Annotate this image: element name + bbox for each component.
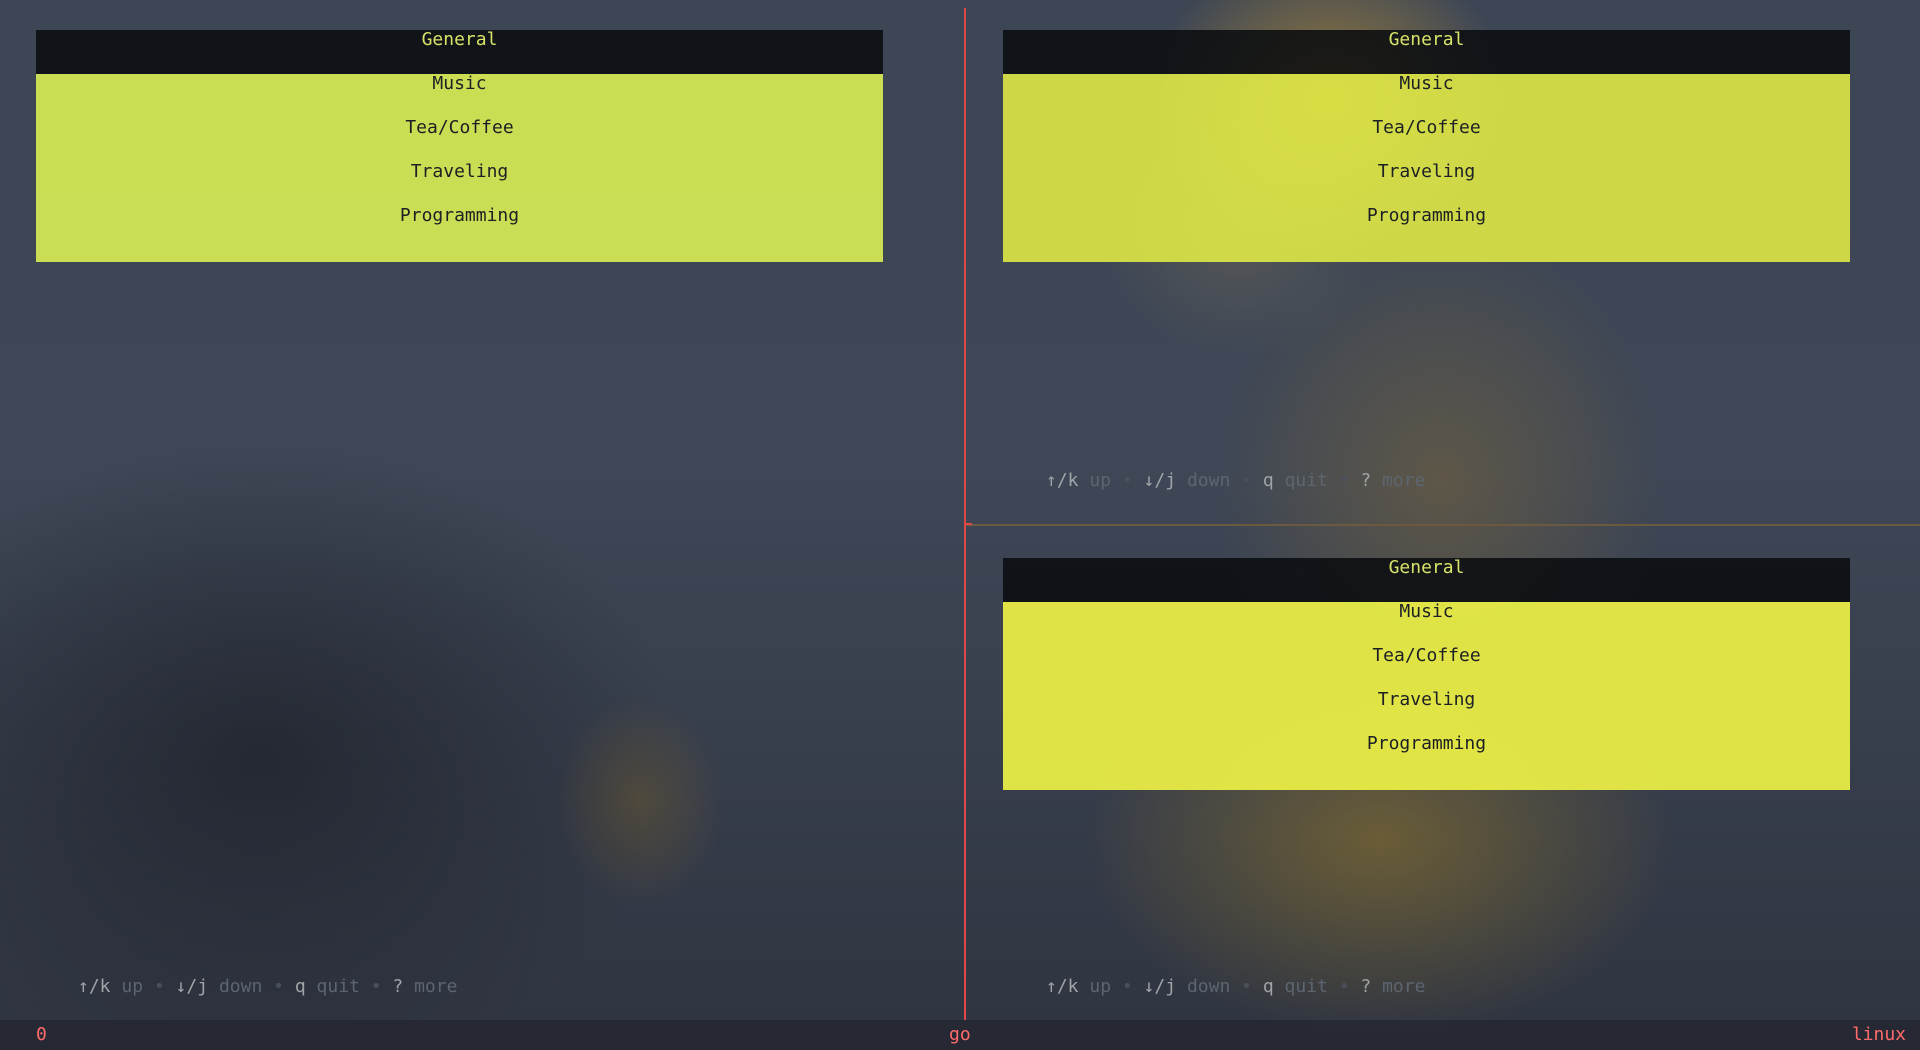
help-separator: •	[1338, 976, 1350, 997]
list-item[interactable]: Traveling	[36, 162, 883, 206]
list-item[interactable]: Programming	[1003, 734, 1850, 778]
list-item[interactable]: Music	[36, 74, 883, 118]
help-quit-desc: quit	[1284, 976, 1328, 997]
help-up-desc: up	[1089, 976, 1112, 997]
help-more-key: ?	[1360, 976, 1372, 997]
list-item[interactable]: Tea/Coffee	[36, 118, 883, 162]
status-session-index[interactable]: 0	[36, 1024, 47, 1045]
help-bar: ↑/k up • ↓/j down • q quit • ? more	[78, 976, 457, 997]
help-separator: •	[1121, 470, 1133, 491]
help-quit-key: q	[1262, 976, 1274, 997]
menu-list: General Music Tea/Coffee Traveling Progr…	[1003, 558, 1850, 790]
horizontal-pane-divider[interactable]	[966, 524, 1920, 526]
help-more-key: ?	[392, 976, 404, 997]
help-quit-key: q	[1262, 470, 1274, 491]
menu-list: General Music Tea/Coffee Traveling Progr…	[36, 30, 883, 262]
status-hostname: linux	[1851, 1024, 1906, 1045]
help-down-key: ↓/j	[175, 976, 209, 997]
pane-right-top[interactable]: General Music Tea/Coffee Traveling Progr…	[967, 0, 1920, 524]
list-item-selected[interactable]: General	[1003, 30, 1850, 74]
status-window-name[interactable]: go	[949, 1024, 971, 1045]
help-quit-key: q	[294, 976, 306, 997]
divider-junction	[966, 523, 972, 525]
list-item[interactable]: Music	[1003, 602, 1850, 646]
list-item-selected[interactable]: General	[1003, 558, 1850, 602]
help-quit-desc: quit	[1284, 470, 1328, 491]
pane-left[interactable]: General Music Tea/Coffee Traveling Progr…	[0, 0, 964, 1020]
help-down-desc: down	[1186, 976, 1231, 997]
list-item[interactable]: Tea/Coffee	[1003, 646, 1850, 690]
help-down-key: ↓/j	[1143, 470, 1177, 491]
help-separator: •	[153, 976, 165, 997]
help-separator: •	[1338, 470, 1350, 491]
help-more-desc: more	[1382, 976, 1426, 997]
help-bar: ↑/k up • ↓/j down • q quit • ? more	[1046, 976, 1425, 997]
help-more-desc: more	[414, 976, 458, 997]
help-separator: •	[370, 976, 382, 997]
list-item-selected[interactable]: General	[36, 30, 883, 74]
help-separator: •	[1241, 976, 1252, 997]
help-separator: •	[1241, 470, 1252, 491]
list-item[interactable]: Programming	[36, 206, 883, 250]
help-more-desc: more	[1382, 470, 1426, 491]
help-down-desc: down	[218, 976, 263, 997]
help-down-key: ↓/j	[1143, 976, 1177, 997]
menu-list: General Music Tea/Coffee Traveling Progr…	[1003, 30, 1850, 262]
list-item[interactable]: Traveling	[1003, 690, 1850, 734]
tmux-status-bar: 0 go linux	[0, 1020, 1920, 1050]
list-item[interactable]: Programming	[1003, 206, 1850, 250]
list-item[interactable]: Traveling	[1003, 162, 1850, 206]
help-quit-desc: quit	[316, 976, 360, 997]
help-down-desc: down	[1186, 470, 1231, 491]
help-separator: •	[1121, 976, 1133, 997]
help-more-key: ?	[1360, 470, 1372, 491]
help-bar: ↑/k up • ↓/j down • q quit • ? more	[1046, 470, 1425, 491]
help-up-key: ↑/k	[1046, 470, 1079, 491]
help-up-key: ↑/k	[78, 976, 111, 997]
vertical-pane-divider[interactable]	[964, 8, 966, 1020]
help-up-desc: up	[121, 976, 144, 997]
list-item[interactable]: Tea/Coffee	[1003, 118, 1850, 162]
help-separator: •	[273, 976, 284, 997]
pane-right-bottom[interactable]: General Music Tea/Coffee Traveling Progr…	[967, 528, 1920, 1020]
help-up-desc: up	[1089, 470, 1112, 491]
list-item[interactable]: Music	[1003, 74, 1850, 118]
help-up-key: ↑/k	[1046, 976, 1079, 997]
